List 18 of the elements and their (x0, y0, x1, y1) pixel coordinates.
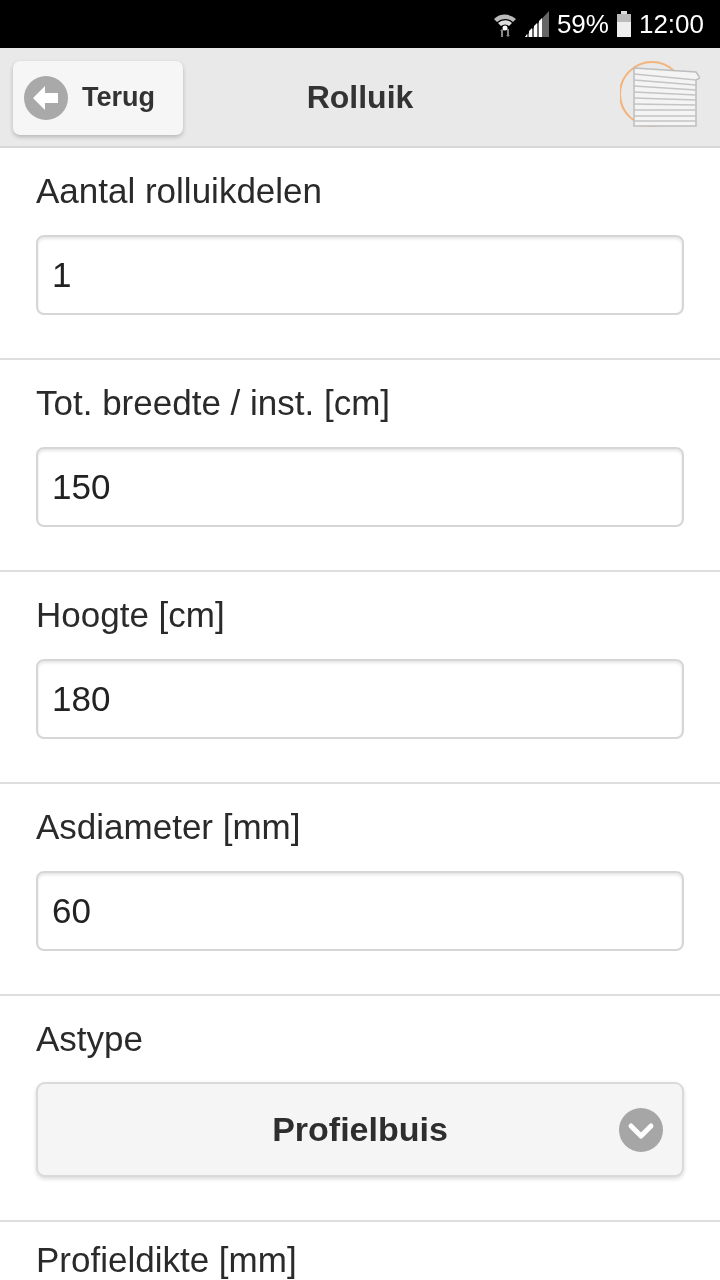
back-button[interactable]: Terug (13, 60, 183, 135)
field-label: Tot. breedte / inst. [cm] (36, 384, 392, 422)
text-input[interactable]: 60 (36, 871, 684, 951)
text-input[interactable]: 1 (36, 235, 684, 315)
field-label: Astype (36, 1020, 144, 1058)
chevron-down-icon (619, 1107, 663, 1152)
clock-time: 12:00 (638, 8, 704, 40)
field-label: Aantal rolluikdelen (36, 172, 323, 210)
dropdown-select[interactable]: Profielbuis (36, 1082, 684, 1177)
field-label: Hoogte [cm] (36, 596, 226, 634)
battery-percentage: 59% (556, 8, 609, 40)
text-input[interactable]: 180 (36, 659, 684, 739)
roller-shutter-icon (620, 60, 700, 128)
page-title: Rolluik (306, 78, 414, 116)
text-input[interactable]: 150 (36, 447, 684, 527)
battery-icon (616, 11, 631, 37)
field-label: Asdiameter [mm] (36, 808, 302, 846)
signal-icon (524, 11, 549, 37)
